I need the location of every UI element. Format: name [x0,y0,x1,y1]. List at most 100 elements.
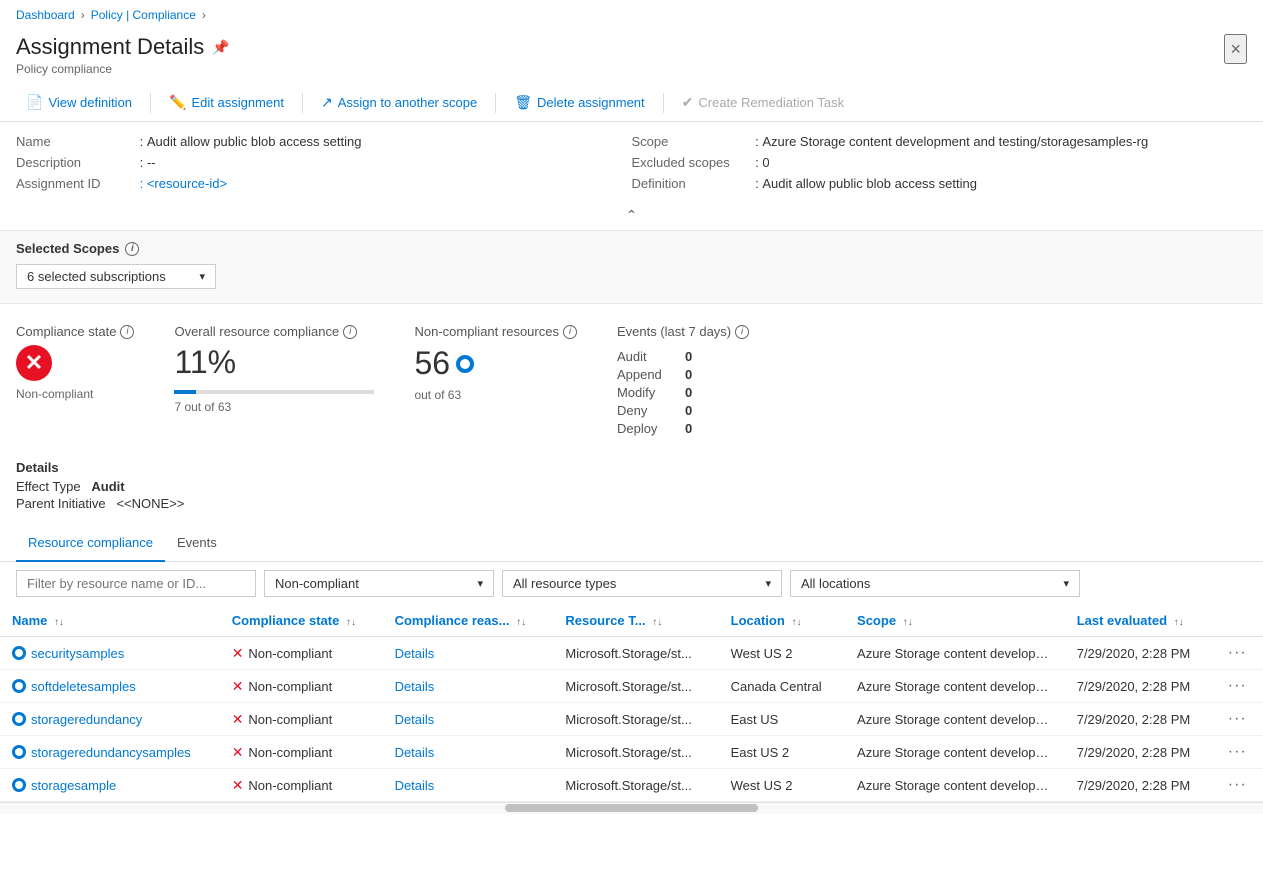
delete-assignment-button[interactable]: 🗑 Delete assignment [504,90,654,115]
event-append-label: Append [617,367,677,382]
view-definition-icon: 📄 [26,94,43,111]
col-location[interactable]: Location ↑↓ [719,605,845,637]
event-audit-count: 0 [685,349,692,364]
resource-link-1[interactable]: softdeletesamples [12,679,208,694]
resource-icon-3 [12,745,26,759]
event-deploy-count: 0 [685,421,692,436]
scopes-dropdown[interactable]: 6 selected subscriptions ▾ [16,264,216,289]
col-compliance-state-sort: ↑↓ [346,617,356,628]
compliance-state-info-icon[interactable]: i [120,325,134,339]
more-button-3[interactable]: ··· [1228,743,1247,760]
compliance-badge-0: ✕ Non-compliant [232,645,371,662]
tab-events[interactable]: Events [165,525,229,562]
cell-more-1: ··· [1216,670,1263,703]
cell-resource-type-2: Microsoft.Storage/st... [553,703,718,736]
resource-link-2[interactable]: storageredundancy [12,712,208,727]
resource-type-filter-arrow: ▾ [765,577,771,590]
overall-compliance-label: Overall resource compliance [174,324,339,339]
excluded-scopes-value: : 0 [752,155,770,170]
cell-more-2: ··· [1216,703,1263,736]
scopes-dropdown-value: 6 selected subscriptions [27,269,166,284]
col-last-evaluated[interactable]: Last evaluated ↑↓ [1065,605,1216,637]
resource-link-0[interactable]: securitysamples [12,646,208,661]
more-button-2[interactable]: ··· [1228,710,1247,727]
horizontal-scrollbar[interactable] [0,802,1263,814]
events-info-icon[interactable]: i [735,325,749,339]
compliance-badge-1: ✕ Non-compliant [232,678,371,695]
more-button-4[interactable]: ··· [1228,776,1247,793]
scopes-label-text: Selected Scopes [16,241,119,256]
overall-compliance-info-icon[interactable]: i [343,325,357,339]
assign-scope-button[interactable]: ↗ Assign to another scope [311,90,487,115]
compliance-reason-link-0[interactable]: Details [395,646,435,661]
details-info-section: Details Effect Type Audit Parent Initiat… [0,456,1263,525]
cell-location-3: East US 2 [719,736,845,769]
toolbar-separator-2 [302,93,303,113]
compliance-reason-link-3[interactable]: Details [395,745,435,760]
cell-compliance-reason-3: Details [383,736,554,769]
collapse-button[interactable]: ⌃ [626,207,638,224]
col-scope-sort: ↑↓ [903,617,913,628]
compliance-filter-arrow: ▾ [477,577,483,590]
assign-scope-icon: ↗ [321,94,333,111]
col-name[interactable]: Name ↑↓ [0,605,220,637]
cell-compliance-reason-4: Details [383,769,554,802]
scope-label: Scope [632,134,752,149]
events-label: Events (last 7 days) [617,324,731,339]
description-row: Description : -- [16,155,632,170]
edit-assignment-button[interactable]: ✏️ Edit assignment [159,90,294,115]
event-deny-label: Deny [617,403,677,418]
error-icon-2: ✕ [232,711,244,728]
table-row: securitysamples ✕ Non-compliant Details … [0,637,1263,670]
location-filter-dropdown[interactable]: All locations ▾ [790,570,1080,597]
description-label: Description [16,155,136,170]
resource-type-filter-dropdown[interactable]: All resource types ▾ [502,570,782,597]
col-compliance-state[interactable]: Compliance state ↑↓ [220,605,383,637]
breadcrumb-separator-2: › [202,8,206,22]
edit-assignment-icon: ✏️ [169,94,186,111]
compliance-reason-link-2[interactable]: Details [395,712,435,727]
event-modify-count: 0 [685,385,692,400]
compliance-state-value: Non-compliant [16,387,134,401]
overall-compliance-metric: Overall resource compliance i 11% 7 out … [174,324,374,436]
resource-link-3[interactable]: storageredundancysamples [12,745,208,760]
compliance-reason-link-4[interactable]: Details [395,778,435,793]
more-button-0[interactable]: ··· [1228,644,1247,661]
cell-name-0: securitysamples [0,637,220,670]
create-remediation-button[interactable]: ✔ Create Remediation Task [672,90,854,115]
breadcrumb-separator-1: › [81,8,85,22]
resource-icon-1 [12,679,26,693]
overall-compliance-percent: 11% [174,345,374,380]
non-compliant-label: Non-compliant resources [414,324,559,339]
scopes-info-icon[interactable]: i [125,242,139,256]
non-compliant-info-icon[interactable]: i [563,325,577,339]
delete-assignment-label: Delete assignment [537,95,645,110]
tab-resource-compliance[interactable]: Resource compliance [16,525,165,562]
definition-row: Definition : Audit allow public blob acc… [632,176,1248,191]
error-icon-4: ✕ [232,777,244,794]
compliance-filter-dropdown[interactable]: Non-compliant ▾ [264,570,494,597]
events-list: Audit 0 Append 0 Modify 0 Deny 0 [617,349,749,436]
create-remediation-icon: ✔ [682,94,694,111]
non-compliant-badge-inner [460,359,470,369]
more-button-1[interactable]: ··· [1228,677,1247,694]
col-resource-type[interactable]: Resource T... ↑↓ [553,605,718,637]
non-compliant-number: 56 [414,345,450,382]
resource-filter-input[interactable] [16,570,256,597]
assignment-id-value[interactable]: : <resource-id> [136,176,227,191]
compliance-state-label: Compliance state [16,324,116,339]
compliance-reason-link-1[interactable]: Details [395,679,435,694]
col-compliance-reason[interactable]: Compliance reas... ↑↓ [383,605,554,637]
cell-resource-type-3: Microsoft.Storage/st... [553,736,718,769]
cell-last-evaluated-4: 7/29/2020, 2:28 PM [1065,769,1216,802]
view-definition-button[interactable]: 📄 View definition [16,90,142,115]
breadcrumb-policy-compliance[interactable]: Policy | Compliance [91,8,196,22]
close-button[interactable]: × [1224,34,1247,64]
breadcrumb-dashboard[interactable]: Dashboard [16,8,75,22]
cell-location-4: West US 2 [719,769,845,802]
table-row: softdeletesamples ✕ Non-compliant Detail… [0,670,1263,703]
resource-link-4[interactable]: storagesample [12,778,208,793]
horizontal-scrollbar-thumb [505,804,758,812]
pin-icon[interactable]: 📌 [212,39,229,56]
col-scope[interactable]: Scope ↑↓ [845,605,1065,637]
